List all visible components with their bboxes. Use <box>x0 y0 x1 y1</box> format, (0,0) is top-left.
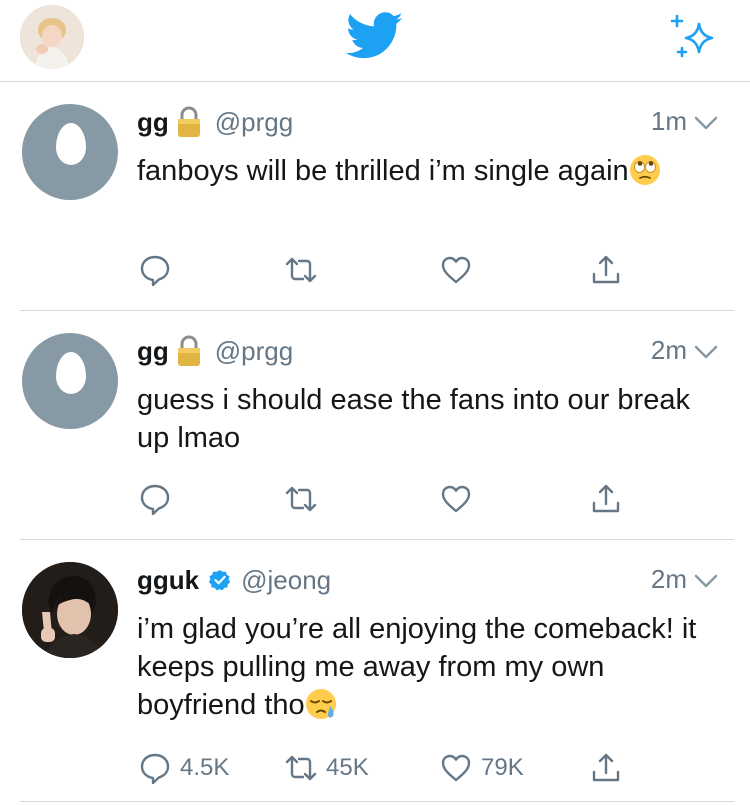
tweet-text: fanboys will be thrilled i’m single agai… <box>137 155 629 187</box>
tweet-author-name[interactable]: gguk <box>137 565 199 596</box>
share-button[interactable] <box>590 479 622 519</box>
tweet[interactable]: gg @prgg 2m guess i should ease the fans… <box>0 311 750 539</box>
tweet-text: i’m glad you’re all enjoying the comebac… <box>137 613 697 721</box>
reply-button[interactable]: 4.5K <box>139 748 229 788</box>
tweet-timestamp: 2m <box>650 335 687 365</box>
twitter-bird-icon[interactable] <box>346 12 404 60</box>
tweet-timestamp: 2m <box>650 564 687 594</box>
tweet-text-block: guess i should ease the fans into our br… <box>137 381 707 457</box>
tweet-handle[interactable]: @jeong <box>241 565 331 596</box>
egg-placeholder-icon <box>56 352 86 394</box>
like-button[interactable] <box>440 479 481 519</box>
reply-count: 4.5K <box>180 754 230 781</box>
lock-icon <box>177 106 200 137</box>
reply-icon <box>140 753 170 784</box>
chevron-down-icon[interactable] <box>692 571 720 591</box>
tweet[interactable]: gguk @jeong 2m i’m glad you’re all enjoy… <box>0 540 750 806</box>
share-icon <box>592 255 620 284</box>
reply-icon <box>140 255 170 286</box>
like-button[interactable]: 79K <box>440 748 524 788</box>
avatar[interactable] <box>22 333 118 429</box>
retweet-icon <box>285 486 317 512</box>
tweet-author-name[interactable]: gg <box>137 107 169 138</box>
tweet-actions <box>0 250 750 290</box>
avatar[interactable] <box>22 104 118 200</box>
sleepy-face-emoji <box>305 689 336 719</box>
tweet-handle[interactable]: @prgg <box>215 107 293 138</box>
heart-icon <box>441 256 471 284</box>
lock-icon <box>177 335 200 366</box>
tweet-divider <box>20 801 734 802</box>
chevron-down-icon[interactable] <box>692 342 720 362</box>
tweet-text-block: fanboys will be thrilled i’m single agai… <box>137 152 707 190</box>
verified-badge-icon <box>209 570 231 591</box>
share-icon <box>592 753 620 782</box>
tweet-author-name[interactable]: gg <box>137 336 169 367</box>
heart-icon <box>441 485 471 513</box>
chevron-down-icon[interactable] <box>692 113 720 133</box>
tweet-timestamp: 1m <box>650 106 687 136</box>
heart-icon <box>441 754 471 782</box>
retweet-icon <box>285 257 317 283</box>
retweet-button[interactable] <box>285 250 326 290</box>
retweet-count: 45K <box>326 754 369 781</box>
retweet-button[interactable]: 45K <box>285 748 369 788</box>
retweet-button[interactable] <box>285 479 326 519</box>
tweet-actions <box>0 479 750 519</box>
face-with-rolling-eyes-emoji <box>629 155 660 185</box>
like-button[interactable] <box>440 250 481 290</box>
tweet-text: guess i should ease the fans into our br… <box>137 384 690 454</box>
share-icon <box>592 484 620 513</box>
top-bar <box>0 0 750 82</box>
tweet-actions: 4.5K 45K 79K <box>0 748 750 788</box>
tweet[interactable]: gg @prgg 1m fanboys will be thrilled i’m… <box>0 82 750 310</box>
reply-button[interactable] <box>139 250 180 290</box>
reply-button[interactable] <box>139 479 180 519</box>
tweet-text-block: i’m glad you’re all enjoying the comebac… <box>137 610 707 724</box>
tweet-handle[interactable]: @prgg <box>215 336 293 367</box>
avatar[interactable] <box>22 562 118 658</box>
sparkle-icon[interactable] <box>668 12 720 62</box>
profile-avatar-button[interactable] <box>20 5 84 69</box>
reply-icon <box>140 484 170 515</box>
egg-placeholder-icon <box>56 123 86 165</box>
retweet-icon <box>285 755 317 781</box>
like-count: 79K <box>481 754 524 781</box>
share-button[interactable] <box>590 250 622 290</box>
share-button[interactable] <box>590 748 622 788</box>
